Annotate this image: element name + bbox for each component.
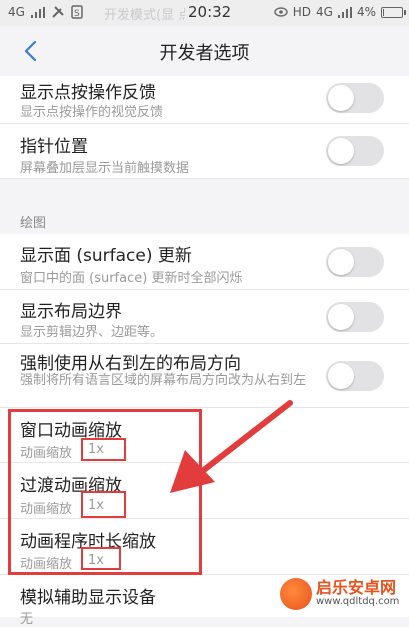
tools-icon [52,6,64,18]
setting-row-surface-updates[interactable]: 显示面 (surface) 更新 窗口中的面 (surface) 更新时全部闪烁 [0,234,409,290]
status-bar: 4G S 开发模式(显 点击关 20:32 HD 4G 4% [0,0,409,26]
toggle-knob [328,304,354,330]
setting-title: 模拟辅助显示设备 [20,588,156,608]
network-type-left: 4G [8,5,25,19]
watermark-logo-icon [280,578,312,610]
setting-title: 指针位置 [20,137,88,157]
watermark-name: 启乐安卓网 [316,578,397,598]
toggle-switch[interactable] [326,136,384,166]
battery-fill [383,8,384,16]
setting-row-show-taps[interactable]: 显示点按操作反馈 显示点按操作的视觉反馈 [0,76,409,124]
signal-icon [30,6,45,18]
watermark-text: 启乐安卓网 www.qdltdq.com [316,580,399,607]
setting-row-pointer-location[interactable]: 指针位置 屏幕叠加层显示当前触摸数据 [0,124,409,179]
setting-row-layout-bounds[interactable]: 显示布局边界 显示剪辑边界、边距等。 [0,290,409,344]
header-bar: 开发者选项 [0,26,409,76]
setting-subtitle: 显示剪辑边界、边距等。 [20,325,164,340]
toggle-switch[interactable] [326,302,384,332]
toggle-switch[interactable] [326,247,384,277]
section-label-drawing: 绘图 [20,216,47,231]
annotation-value-box-2 [81,491,126,518]
watermark: 启乐安卓网 www.qdltdq.com [280,578,399,610]
annotation-arrow [170,400,293,493]
setting-title: 显示点按操作反馈 [20,83,156,103]
setting-title: 强制使用从右到左的布局方向 [20,354,241,374]
toggle-knob [328,138,354,164]
toggle-knob [328,363,354,389]
toggle-switch[interactable] [326,83,384,113]
status-right: HD 4G 4% [274,5,406,19]
hd-badge: HD [292,5,312,19]
svg-text:S: S [74,9,80,19]
signal-icon-right [337,6,352,18]
watermark-url: www.qdltdq.com [316,596,400,608]
page-title: 开发者选项 [159,43,250,64]
clock: 20:32 [185,3,235,21]
setting-title: 显示面 (surface) 更新 [20,246,192,266]
toggle-switch[interactable] [326,361,384,391]
storage-icon: S [71,5,83,19]
setting-title: 显示布局边界 [20,302,122,322]
battery-percent: 4% [356,5,376,19]
setting-subtitle: 屏幕叠加层显示当前触摸数据 [20,161,190,176]
setting-subtitle: 显示点按操作的视觉反馈 [20,105,164,120]
annotation-value-box-3 [81,547,121,570]
battery-icon [381,6,406,18]
toggle-knob [328,85,354,111]
setting-subtitle: 无 [20,612,34,627]
annotation-value-box-1 [81,438,126,461]
eye-icon [274,7,288,17]
setting-subtitle: 强制将所有语言区域的屏幕布局方向改为从右到左 [20,373,307,388]
network-type-right: 4G [316,5,333,19]
setting-subtitle: 窗口中的面 (surface) 更新时全部闪烁 [20,271,243,286]
status-left: 4G S [8,5,83,19]
toggle-knob [328,249,354,275]
